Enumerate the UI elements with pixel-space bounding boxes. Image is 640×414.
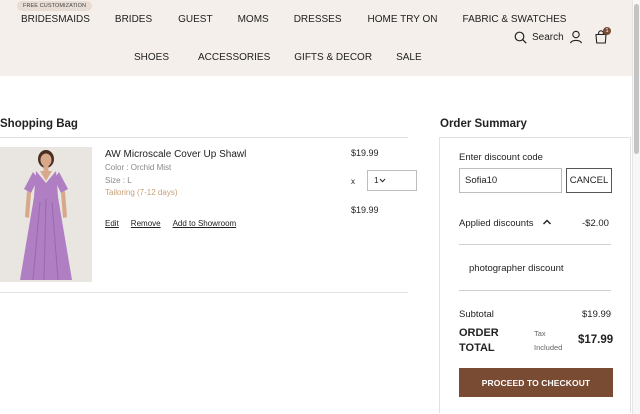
edit-link[interactable]: Edit bbox=[105, 219, 119, 228]
divider bbox=[459, 244, 611, 245]
nav-fabric-swatches[interactable]: FABRIC & SWATCHES bbox=[463, 14, 567, 25]
nav-guest[interactable]: GUEST bbox=[178, 14, 212, 25]
divider bbox=[0, 292, 408, 293]
chevron-up-icon[interactable] bbox=[541, 216, 553, 228]
item-actions: Edit Remove Add to Showroom bbox=[105, 219, 236, 228]
scrollbar-thumb[interactable] bbox=[634, 4, 639, 154]
cart-count-badge: 1 bbox=[603, 27, 611, 35]
product-size: Size : L bbox=[105, 176, 132, 185]
dress-model-image bbox=[0, 147, 92, 282]
discount-code-input[interactable] bbox=[459, 168, 562, 193]
nav-moms[interactable]: MOMS bbox=[238, 14, 269, 25]
remove-link[interactable]: Remove bbox=[131, 219, 161, 228]
order-total-label: ORDER TOTAL bbox=[459, 327, 499, 354]
page-scrollbar[interactable] bbox=[632, 0, 640, 414]
product-color: Color : Orchid Mist bbox=[105, 163, 172, 172]
product-name[interactable]: AW Microscale Cover Up Shawl bbox=[105, 149, 246, 160]
quantity-select[interactable]: 1 bbox=[367, 170, 417, 191]
nav-shoes[interactable]: SHOES bbox=[134, 52, 169, 63]
proceed-to-checkout-button[interactable]: PROCEED TO CHECKOUT bbox=[459, 368, 613, 397]
unit-price: $19.99 bbox=[351, 148, 379, 158]
nav-home-try-on[interactable]: HOME TRY ON bbox=[368, 14, 438, 25]
user-icon bbox=[569, 30, 583, 44]
primary-nav: BRIDESMAIDS BRIDES GUEST MOMS DRESSES HO… bbox=[21, 12, 566, 26]
nav-sale[interactable]: SALE bbox=[396, 52, 422, 63]
order-total-value: $17.99 bbox=[578, 334, 614, 346]
discount-code-label: Enter discount code bbox=[459, 152, 543, 163]
quantity-multiplier: x bbox=[351, 177, 355, 186]
search-icon bbox=[514, 31, 527, 44]
search-label: Search bbox=[532, 31, 564, 43]
site-header: FREE CUSTOMIZATION BRIDESMAIDS BRIDES GU… bbox=[0, 0, 632, 76]
subtotal-value: $19.99 bbox=[582, 309, 612, 320]
applied-discounts-toggle[interactable]: Applied discounts bbox=[459, 218, 533, 229]
cancel-discount-button[interactable]: CANCEL bbox=[566, 168, 612, 193]
divider bbox=[459, 290, 611, 291]
shopping-bag-title: Shopping Bag bbox=[0, 118, 78, 130]
free-customization-badge[interactable]: FREE CUSTOMIZATION bbox=[17, 1, 93, 11]
nav-bridesmaids[interactable]: BRIDESMAIDS bbox=[21, 14, 90, 25]
account-button[interactable] bbox=[569, 28, 583, 46]
subtotal-label: Subtotal bbox=[459, 309, 494, 320]
product-image[interactable] bbox=[0, 147, 92, 282]
discount-name: photographer discount bbox=[469, 263, 564, 274]
secondary-nav: SHOES ACCESSORIES GIFTS & DECOR SALE bbox=[134, 50, 422, 64]
tailoring-time: Tailoring (7-12 days) bbox=[105, 188, 178, 197]
order-summary-title: Order Summary bbox=[440, 118, 527, 130]
nav-accessories[interactable]: ACCESSORIES bbox=[198, 52, 270, 63]
nav-brides[interactable]: BRIDES bbox=[115, 14, 152, 25]
applied-discount-amount: -$2.00 bbox=[582, 218, 609, 229]
add-to-showroom-link[interactable]: Add to Showroom bbox=[173, 219, 237, 228]
cart-button[interactable]: 1 bbox=[594, 27, 611, 46]
divider bbox=[0, 137, 408, 138]
search-button[interactable]: Search bbox=[514, 28, 564, 46]
chevron-down-icon bbox=[379, 178, 386, 183]
nav-gifts-decor[interactable]: GIFTS & DECOR bbox=[294, 52, 372, 63]
line-total: $19.99 bbox=[351, 205, 379, 215]
tax-included-note: Tax Included bbox=[534, 329, 563, 352]
nav-dresses[interactable]: DRESSES bbox=[294, 14, 342, 25]
